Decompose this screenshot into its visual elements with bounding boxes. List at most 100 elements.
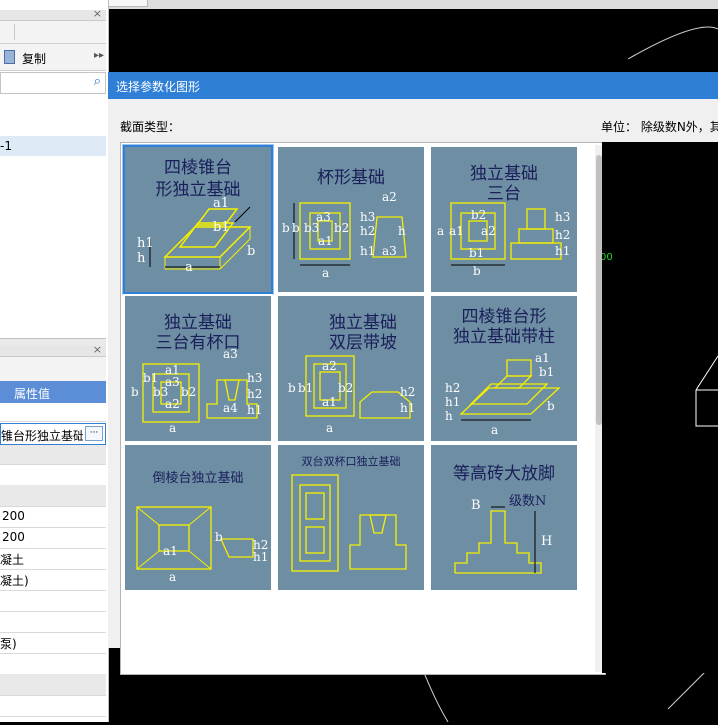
property-row-value: 200 <box>2 530 25 544</box>
dim-label: a <box>185 260 193 275</box>
dim-label: h3 <box>247 371 262 385</box>
property-value-field[interactable]: 锥台形独立基础 ··· <box>0 423 106 445</box>
cup-foundation-drawing: a2 b b b3 a3 b2 h3 h2 h h1 a1 a3 a <box>282 190 407 280</box>
property-value: 锥台形独立基础 <box>1 429 83 443</box>
dim-label: h <box>398 224 406 238</box>
dialog-title: 选择参数化图形 <box>116 80 201 94</box>
property-header: 属性值 <box>0 381 106 403</box>
property-header-label: 属性值 <box>14 387 51 401</box>
dim-label: h2 <box>400 385 415 399</box>
shape-tile-double-cup[interactable]: 双台双杯口独立基础 <box>276 443 426 592</box>
shape-grid: 四棱锥台 形独立基础 a1 b1 h1 h a b 杯形基础 a2 b b b3… <box>120 142 606 675</box>
dim-label: a3 <box>316 210 331 224</box>
dim-label: b <box>292 221 300 235</box>
parametric-shape-dialog: 选择参数化图形 截面类型： 单位： 除级数N外，其 四棱锥台 形独立基础 a1 … <box>108 72 718 675</box>
dim-label: a1 <box>213 196 229 211</box>
double-cup-drawing <box>291 474 407 572</box>
property-row[interactable]: 200 <box>0 506 106 528</box>
dim-label: b1 <box>298 381 313 395</box>
dim-label: a <box>169 421 176 435</box>
svg-text:00: 00 <box>602 252 613 263</box>
shape-tile-pyramid-with-column[interactable]: 四棱锥台形 独立基础带柱 a1 b1 h2 h1 h b a <box>429 294 579 443</box>
pyramid-with-column-drawing: a1 b1 h2 h1 h b a <box>445 351 561 437</box>
three-tier-cup-drawing: a3 a1 b1 a3 b b3 b2 a2 h3 h2 h1 a4 a <box>131 347 262 435</box>
dim-label: b2 <box>471 208 486 222</box>
preview-drawing: 00 <box>600 252 718 427</box>
dim-label: b <box>547 399 555 413</box>
copy-icon[interactable] <box>4 50 15 64</box>
dim-label: h <box>445 409 453 423</box>
shape-tile-cup-foundation[interactable]: 杯形基础 a2 b b b3 a3 b2 h3 h2 h h1 a1 a3 a <box>276 145 426 294</box>
dim-label: a1 <box>535 351 550 365</box>
more-arrow-icon[interactable]: ▸▸ <box>94 50 104 61</box>
toolbar: 复制 ▸▸ <box>0 44 106 71</box>
dim-label: h3 <box>360 210 375 224</box>
dim-label: b <box>282 221 290 235</box>
tree-item[interactable]: -1 <box>0 136 106 156</box>
dim-label: a1 <box>318 234 333 248</box>
dim-label: a3 <box>223 347 238 361</box>
property-row[interactable] <box>0 611 106 633</box>
shape-tile-brick-footing[interactable]: 等高砖大放脚 B 级数N H <box>429 443 579 592</box>
copy-button[interactable]: 复制 <box>22 50 46 67</box>
shape-tile-three-tier-cup[interactable]: 独立基础 三台有杯口 a3 a1 b1 a3 b b3 b2 a2 h3 h2 … <box>123 294 273 443</box>
preview-canvas: 00 <box>600 142 718 673</box>
dim-label: h2 <box>445 381 460 395</box>
property-row[interactable]: 凝土) <box>0 569 106 591</box>
dialog-title-bar[interactable]: 选择参数化图形 <box>108 72 718 99</box>
dim-label: b <box>288 381 296 395</box>
shape-tile-three-tier[interactable]: 独立基础 三台 b2 a2 a a1 b1 h3 h2 h1 b <box>429 145 579 294</box>
property-row[interactable]: 泵) <box>0 632 106 654</box>
dim-label: a <box>169 570 176 584</box>
dim-label: b2 <box>338 381 353 395</box>
dim-label: a2 <box>382 190 397 204</box>
dim-label: h1 <box>137 236 154 251</box>
search-icon[interactable]: ⌕ <box>94 74 101 89</box>
dim-label: h1 <box>360 244 375 258</box>
dim-label: a1 <box>322 395 337 409</box>
pyramid-frustum-drawing: a1 b1 h1 h a b <box>137 196 255 275</box>
property-row[interactable]: 200 <box>0 527 106 549</box>
dim-label: a2 <box>165 397 180 411</box>
dim-label: b <box>473 264 481 278</box>
dim-label: b <box>215 530 223 544</box>
shape-tile-double-slope[interactable]: 独立基础 双层带坡 a2 b b1 b2 a1 h2 h1 a <box>276 294 426 443</box>
panel-tabs <box>0 21 106 44</box>
close-icon[interactable]: × <box>93 7 102 20</box>
property-row[interactable]: 凝土 <box>0 548 106 570</box>
dim-label: b <box>131 385 139 399</box>
dim-label: a1 <box>163 544 178 558</box>
dim-label: a2 <box>322 359 337 373</box>
dim-label: a <box>326 421 333 435</box>
property-row-value: 泵) <box>0 637 17 651</box>
property-row-value: 凝土 <box>0 553 25 567</box>
shape-tile-inverted-frustum[interactable]: 倒棱台独立基础 b a1 h2 h1 a <box>123 443 273 592</box>
property-row[interactable] <box>0 590 106 612</box>
ellipsis-button[interactable]: ··· <box>85 426 103 441</box>
double-slope-drawing: a2 b b1 b2 a1 h2 h1 a <box>288 355 415 435</box>
dim-label: h1 <box>445 395 460 409</box>
dim-label: b1 <box>469 246 484 260</box>
dim-label: a2 <box>481 224 496 238</box>
dim-label: h1 <box>400 401 415 415</box>
search-input[interactable]: ⌕ <box>0 72 106 94</box>
dim-label: b2 <box>334 221 349 235</box>
close-icon[interactable]: × <box>93 343 102 356</box>
panel-header: × <box>0 7 106 21</box>
dim-label: h3 <box>555 210 570 224</box>
dim-label: b <box>247 244 255 259</box>
property-row-value: 凝土) <box>0 574 29 588</box>
dim-label: a <box>491 423 498 437</box>
dim-label: a4 <box>223 401 238 415</box>
panel-header: × <box>0 343 106 357</box>
dim-label: b1 <box>539 365 554 379</box>
dim-label: h2 <box>360 224 375 238</box>
shape-tile-pyramid-frustum[interactable]: 四棱锥台 形独立基础 a1 b1 h1 h a b <box>123 145 273 294</box>
dim-label: h1 <box>253 550 268 564</box>
dim-label: h2 <box>555 228 570 242</box>
dim-label: a1 <box>449 224 464 238</box>
section-type-label: 截面类型： <box>120 120 181 134</box>
property-row-value: 200 <box>2 509 25 523</box>
brick-footing-drawing: B 级数N H <box>454 494 552 574</box>
dim-label: h1 <box>555 244 570 258</box>
